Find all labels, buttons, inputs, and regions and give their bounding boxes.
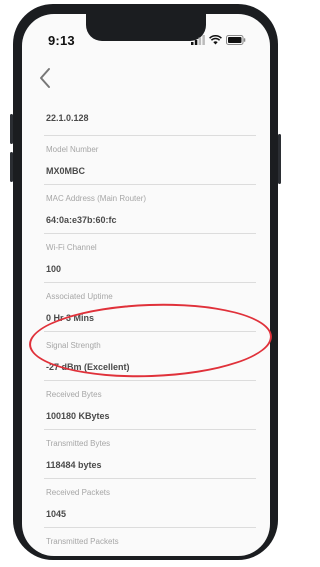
detail-value: MX0MBC [46,166,86,176]
detail-label: Received Packets [46,488,111,497]
detail-label: MAC Address (Main Router) [46,194,147,203]
detail-value: 64:0a:e37b:60:fc [46,215,117,225]
detail-label: Associated Uptime [46,292,113,301]
detail-row-transmitted-bytes: Transmitted Bytes 118484 bytes [44,435,256,484]
wifi-icon [209,35,222,45]
phone-screen: 9:13 22.1.0.128 Model Number MX0MBC MAC … [22,14,270,556]
detail-value: 100180 KBytes [46,411,110,421]
detail-row-mac-address: MAC Address (Main Router) 64:0a:e37b:60:… [44,190,256,239]
detail-row-signal-strength: Signal Strength -27 dBm (Excellent) [44,337,256,386]
detail-label: Received Bytes [46,390,102,399]
signal-icon [191,35,205,45]
status-time: 9:13 [48,33,75,48]
device-details-list: 22.1.0.128 Model Number MX0MBC MAC Addre… [44,92,256,556]
detail-value: 1045 [46,509,67,519]
detail-row-received-bytes: Received Bytes 100180 KBytes [44,386,256,435]
power-button [278,134,281,184]
detail-value: 100 [46,264,62,274]
detail-value: 0 Hr 3 Mins [46,313,95,323]
detail-label: Model Number [46,145,99,154]
detail-row-received-packets: Received Packets 1045 [44,484,256,533]
detail-row-transmitted-packets: Transmitted Packets 162 [44,533,256,556]
status-icons [191,34,246,46]
detail-value: -27 dBm (Excellent) [46,362,130,372]
detail-value: 22.1.0.128 [46,113,89,123]
notch [86,14,206,41]
detail-label: Signal Strength [46,341,101,350]
volume-down-button [10,152,13,182]
detail-row-associated-uptime: Associated Uptime 0 Hr 3 Mins [44,288,256,337]
detail-label: Transmitted Packets [46,537,119,546]
detail-label: Transmitted Bytes [46,439,111,448]
volume-up-button [10,114,13,144]
detail-row-wifi-channel: Wi-Fi Channel 100 [44,239,256,288]
detail-label: Wi-Fi Channel [46,243,97,252]
detail-row-firmware: 22.1.0.128 [44,92,256,141]
chevron-left-icon[interactable] [36,66,56,90]
battery-icon [226,35,246,45]
detail-row-model-number: Model Number MX0MBC [44,141,256,190]
detail-value: 118484 bytes [46,460,102,470]
